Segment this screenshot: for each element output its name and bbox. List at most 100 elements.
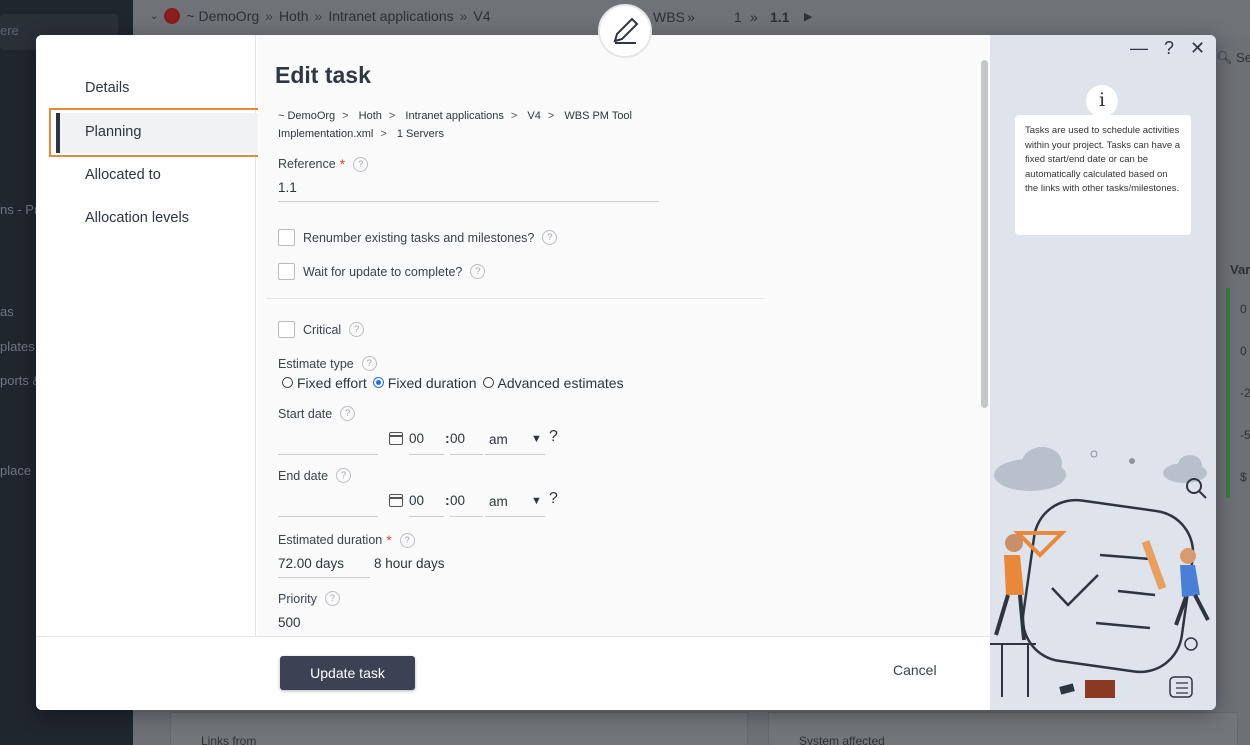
nav-item-details[interactable]: Details — [85, 80, 129, 96]
estimate-type-label: Estimate type? — [278, 356, 377, 371]
breadcrumb-item[interactable]: ~ DemoOrg — [186, 8, 259, 24]
help-icon[interactable]: ? — [549, 490, 558, 508]
priority-input[interactable]: 500 — [278, 615, 301, 630]
update-task-button[interactable]: Update task — [280, 656, 415, 690]
modal-footer — [36, 636, 990, 710]
help-icon[interactable]: ? — [353, 156, 369, 172]
breadcrumb-current: 1.1 — [770, 9, 790, 25]
section-divider — [266, 298, 764, 299]
radio-fixed-duration[interactable] — [372, 376, 384, 388]
help-icon[interactable]: ? — [361, 356, 377, 371]
help-icon[interactable]: ? — [336, 468, 352, 483]
start-date-input[interactable] — [278, 454, 378, 455]
calendar-icon[interactable] — [389, 432, 403, 445]
nav-item-allocation-levels[interactable]: Allocation levels — [85, 210, 189, 226]
path-item: Hoth — [358, 110, 382, 122]
estimated-duration-label: Estimated duration *? — [278, 532, 415, 548]
status-bar — [1226, 288, 1230, 498]
start-ampm-underline — [485, 454, 545, 455]
renumber-label: Renumber existing tasks and milestones? — [303, 230, 535, 245]
column-header: Var — [1230, 262, 1250, 277]
duration-underline — [278, 577, 370, 578]
task-path: ~ DemoOrg > Hoth > Intranet applications > … — [278, 110, 632, 140]
search-field[interactable]: 🔍︎ Sea — [1216, 50, 1250, 66]
table-cell: -5 — [1240, 428, 1250, 442]
panel-heading: System affected — [799, 734, 885, 745]
modal-title: Edit task — [275, 62, 371, 88]
critical-label: Critical — [303, 322, 342, 337]
help-icon[interactable]: ? — [1164, 38, 1174, 59]
wait-checkbox[interactable] — [278, 263, 295, 280]
nav-focus-outline — [49, 108, 261, 157]
help-icon[interactable]: ? — [324, 591, 340, 606]
close-icon[interactable]: ✕ — [1190, 38, 1205, 59]
start-hour-underline — [409, 454, 444, 455]
start-minute[interactable]: 00 — [450, 431, 465, 446]
sidebar-item[interactable]: as — [0, 304, 14, 319]
time-colon: : — [445, 430, 450, 446]
sidebar-item[interactable]: ports & — [0, 373, 41, 388]
breadcrumb-item[interactable]: WBS — [653, 9, 685, 25]
table-cell: $ — [1240, 470, 1247, 484]
edit-task-modal: Details Planning Allocated to Allocation… — [36, 35, 1216, 710]
radio-advanced-estimates[interactable] — [482, 376, 494, 388]
time-colon: : — [445, 492, 450, 508]
help-icon[interactable]: ? — [399, 532, 415, 548]
help-icon[interactable]: ? — [542, 230, 558, 245]
path-item: ~ DemoOrg — [278, 110, 336, 122]
reference-underline — [278, 201, 659, 202]
nav-item-planning[interactable]: Planning — [85, 124, 141, 140]
cancel-button[interactable]: Cancel — [893, 662, 937, 678]
radio-fixed-effort[interactable] — [282, 376, 293, 388]
breadcrumb-item[interactable]: Intranet applications — [328, 8, 453, 24]
end-ampm-select[interactable]: am — [489, 494, 508, 509]
breadcrumb-item[interactable]: V4 — [473, 8, 490, 24]
help-icon[interactable]: ? — [470, 264, 486, 279]
start-ampm-select[interactable]: am — [489, 432, 508, 447]
estimated-duration-input[interactable]: 72.00 days — [278, 556, 344, 571]
form-scrollbar[interactable] — [981, 60, 988, 408]
nav-item-allocated-to[interactable]: Allocated to — [85, 167, 161, 183]
reference-input[interactable]: 1.1 — [278, 180, 297, 195]
breadcrumb-item[interactable]: Hoth — [279, 8, 309, 24]
path-item: 1 Servers — [396, 128, 444, 140]
end-hour[interactable]: 00 — [409, 493, 424, 508]
wait-checkbox-row[interactable]: Wait for update to complete? ? — [278, 263, 486, 280]
end-ampm-underline — [485, 516, 545, 517]
sidebar-item[interactable]: plates — [0, 339, 35, 354]
radio-label: Fixed duration — [387, 375, 477, 391]
caret-right-icon[interactable]: ▶ — [804, 10, 812, 23]
end-date-input[interactable] — [278, 516, 378, 517]
org-logo-icon — [164, 8, 181, 24]
end-minute[interactable]: 00 — [450, 493, 465, 508]
help-text-card: Tasks are used to schedule activities wi… — [1015, 115, 1191, 235]
end-date-label: End date? — [278, 468, 352, 483]
calendar-icon[interactable] — [389, 494, 403, 507]
chevron-down-icon[interactable]: ⌄ — [150, 11, 158, 22]
renumber-checkbox-row[interactable]: Renumber existing tasks and milestones? … — [278, 229, 558, 246]
radio-label: Fixed effort — [297, 375, 367, 391]
end-minute-underline — [450, 516, 483, 517]
chevron-down-icon[interactable]: ▼ — [531, 495, 542, 507]
end-hour-underline — [409, 516, 444, 517]
help-icon[interactable]: ? — [349, 322, 365, 337]
help-icon[interactable]: ? — [549, 428, 558, 446]
table-cell: 0 — [1240, 344, 1247, 358]
path-item: Intranet applications — [405, 110, 504, 122]
start-hour[interactable]: 00 — [409, 431, 424, 446]
chevron-down-icon[interactable]: ▼ — [531, 433, 542, 445]
critical-checkbox-row[interactable]: Critical ? — [278, 321, 365, 338]
table-cell: 0 — [1240, 302, 1247, 316]
reference-label: Reference *? — [278, 156, 369, 172]
duration-unit: 8 hour days — [374, 556, 445, 571]
breadcrumb-item[interactable]: 1 — [734, 9, 742, 25]
minimize-icon[interactable]: — — [1130, 38, 1148, 59]
renumber-checkbox[interactable] — [278, 229, 295, 246]
search-icon: 🔍︎ — [1216, 50, 1233, 65]
table-cell: -2 — [1240, 386, 1250, 400]
start-date-label: Start date? — [278, 406, 356, 421]
help-icon[interactable]: ? — [340, 406, 356, 421]
critical-checkbox[interactable] — [278, 321, 295, 338]
pencil-icon — [613, 17, 639, 44]
sidebar-item[interactable]: place — [0, 463, 31, 478]
